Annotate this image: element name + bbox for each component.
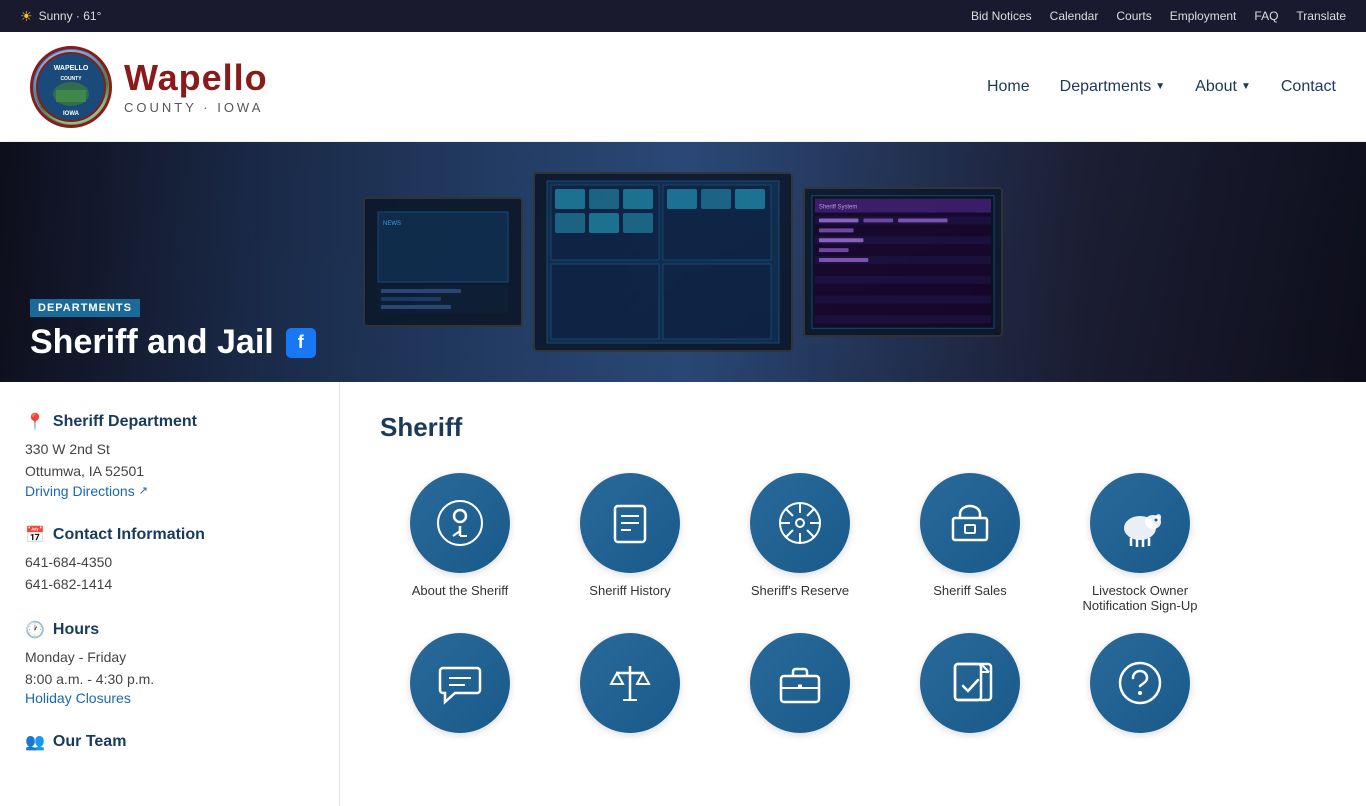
main-panel: Sheriff About the Sheriff	[340, 382, 1366, 806]
about-sheriff-label: About the Sheriff	[412, 583, 509, 598]
contact-section: 📅 Contact Information 641-684-4350 641-6…	[25, 525, 314, 596]
bid-notices-link[interactable]: Bid Notices	[971, 9, 1032, 23]
livestock-label: Livestock Owner Notification Sign-Up	[1060, 583, 1220, 613]
briefcase-icon-circle	[750, 633, 850, 733]
sheriff-sales-label: Sheriff Sales	[933, 583, 1006, 598]
external-link-icon: ↗	[139, 484, 148, 497]
dept-title: 📍 Sheriff Department	[25, 412, 314, 432]
hero-title: Sheriff and Jail f	[30, 323, 316, 362]
top-links: Bid Notices Calendar Courts Employment F…	[971, 9, 1346, 23]
hero-overlay: DEPARTMENTS Sheriff and Jail f	[30, 298, 316, 362]
monitor-3: Sheriff System	[803, 187, 1003, 337]
courts-link[interactable]: Courts	[1116, 9, 1151, 23]
sheriff-history-card[interactable]: Sheriff History	[550, 473, 710, 613]
hero-banner: NEWS	[0, 142, 1366, 382]
top-bar: ☀ Sunny · 61° Bid Notices Calendar Court…	[0, 0, 1366, 32]
clock-icon: 🕐	[25, 620, 45, 640]
logo-area: WAPELLO COUNTY IOWA Wapello COUNTY · IOW…	[30, 46, 268, 128]
holiday-closures-link[interactable]: Holiday Closures	[25, 690, 131, 706]
hours-section: 🕐 Hours Monday - Friday 8:00 a.m. - 4:30…	[25, 620, 314, 709]
svg-text:WAPELLO: WAPELLO	[54, 65, 89, 72]
briefcase-card[interactable]	[720, 633, 880, 743]
question-card[interactable]	[1060, 633, 1220, 743]
section-title: Sheriff	[380, 412, 1326, 443]
scales-card[interactable]	[550, 633, 710, 743]
employment-link[interactable]: Employment	[1170, 9, 1237, 23]
county-logo: WAPELLO COUNTY IOWA	[30, 46, 112, 128]
dept-address-section: 📍 Sheriff Department 330 W 2nd St Ottumw…	[25, 412, 314, 501]
logo-text: Wapello COUNTY · IOWA	[124, 57, 268, 117]
monitor-2	[533, 172, 793, 352]
home-nav[interactable]: Home	[987, 78, 1030, 96]
sheriff-sales-icon-circle	[920, 473, 1020, 573]
chat-icon-circle	[410, 633, 510, 733]
our-team-title: 👥 Our Team	[25, 732, 314, 752]
about-sheriff-card[interactable]: About the Sheriff	[380, 473, 540, 613]
sheriff-history-icon-circle	[580, 473, 680, 573]
livestock-icon-circle	[1090, 473, 1190, 573]
contact-icon: 📅	[25, 525, 45, 545]
location-icon: 📍	[25, 412, 45, 432]
icon-grid-row2	[380, 633, 1326, 743]
county-sub: COUNTY · IOWA	[124, 100, 263, 115]
livestock-card[interactable]: Livestock Owner Notification Sign-Up	[1060, 473, 1220, 613]
departments-nav[interactable]: Departments ▼	[1060, 78, 1166, 96]
sheriff-history-label: Sheriff History	[589, 583, 670, 598]
about-sheriff-icon-circle	[410, 473, 510, 573]
main-nav: WAPELLO COUNTY IOWA Wapello COUNTY · IOW…	[0, 32, 1366, 142]
nav-links: Home Departments ▼ About ▼ Contact	[987, 78, 1336, 96]
document-check-icon-circle	[920, 633, 1020, 733]
about-dropdown-arrow: ▼	[1241, 81, 1251, 92]
chat-card[interactable]	[380, 633, 540, 743]
driving-directions-link[interactable]: Driving Directions ↗	[25, 483, 148, 499]
phone-numbers: 641-684-4350 641-682-1414	[25, 551, 314, 596]
contact-title: 📅 Contact Information	[25, 525, 314, 545]
question-icon-circle	[1090, 633, 1190, 733]
sun-icon: ☀	[20, 8, 33, 25]
scales-icon-circle	[580, 633, 680, 733]
address-text: 330 W 2nd St Ottumwa, IA 52501	[25, 438, 314, 483]
calendar-link[interactable]: Calendar	[1050, 9, 1099, 23]
svg-text:NEWS: NEWS	[383, 221, 401, 227]
translate-link[interactable]: Translate	[1296, 9, 1346, 23]
sidebar: 📍 Sheriff Department 330 W 2nd St Ottumw…	[0, 382, 340, 806]
hero-badge: DEPARTMENTS	[30, 299, 140, 317]
county-name: Wapello	[124, 57, 268, 99]
faq-link[interactable]: FAQ	[1254, 9, 1278, 23]
facebook-icon[interactable]: f	[286, 328, 316, 358]
weather-text: Sunny · 61°	[39, 9, 102, 23]
sheriffs-reserve-card[interactable]: Sheriff's Reserve	[720, 473, 880, 613]
svg-text:IOWA: IOWA	[63, 111, 80, 117]
icon-grid-row1: About the Sheriff Sheriff History	[380, 473, 1326, 613]
our-team-section: 👥 Our Team	[25, 732, 314, 752]
hours-title: 🕐 Hours	[25, 620, 314, 640]
monitor-1: NEWS	[363, 197, 523, 327]
departments-dropdown-arrow: ▼	[1155, 81, 1165, 92]
team-icon: 👥	[25, 732, 45, 752]
about-nav[interactable]: About ▼	[1195, 78, 1251, 96]
sheriffs-reserve-label: Sheriff's Reserve	[751, 583, 849, 598]
weather-info: ☀ Sunny · 61°	[20, 8, 101, 25]
svg-text:COUNTY: COUNTY	[60, 76, 82, 82]
content-area: 📍 Sheriff Department 330 W 2nd St Ottumw…	[0, 382, 1366, 806]
sheriff-sales-card[interactable]: Sheriff Sales	[890, 473, 1050, 613]
svg-text:Sheriff System: Sheriff System	[819, 205, 857, 211]
hours-text: Monday - Friday 8:00 a.m. - 4:30 p.m.	[25, 646, 314, 691]
contact-nav[interactable]: Contact	[1281, 78, 1336, 96]
document-check-card[interactable]	[890, 633, 1050, 743]
sheriffs-reserve-icon-circle	[750, 473, 850, 573]
